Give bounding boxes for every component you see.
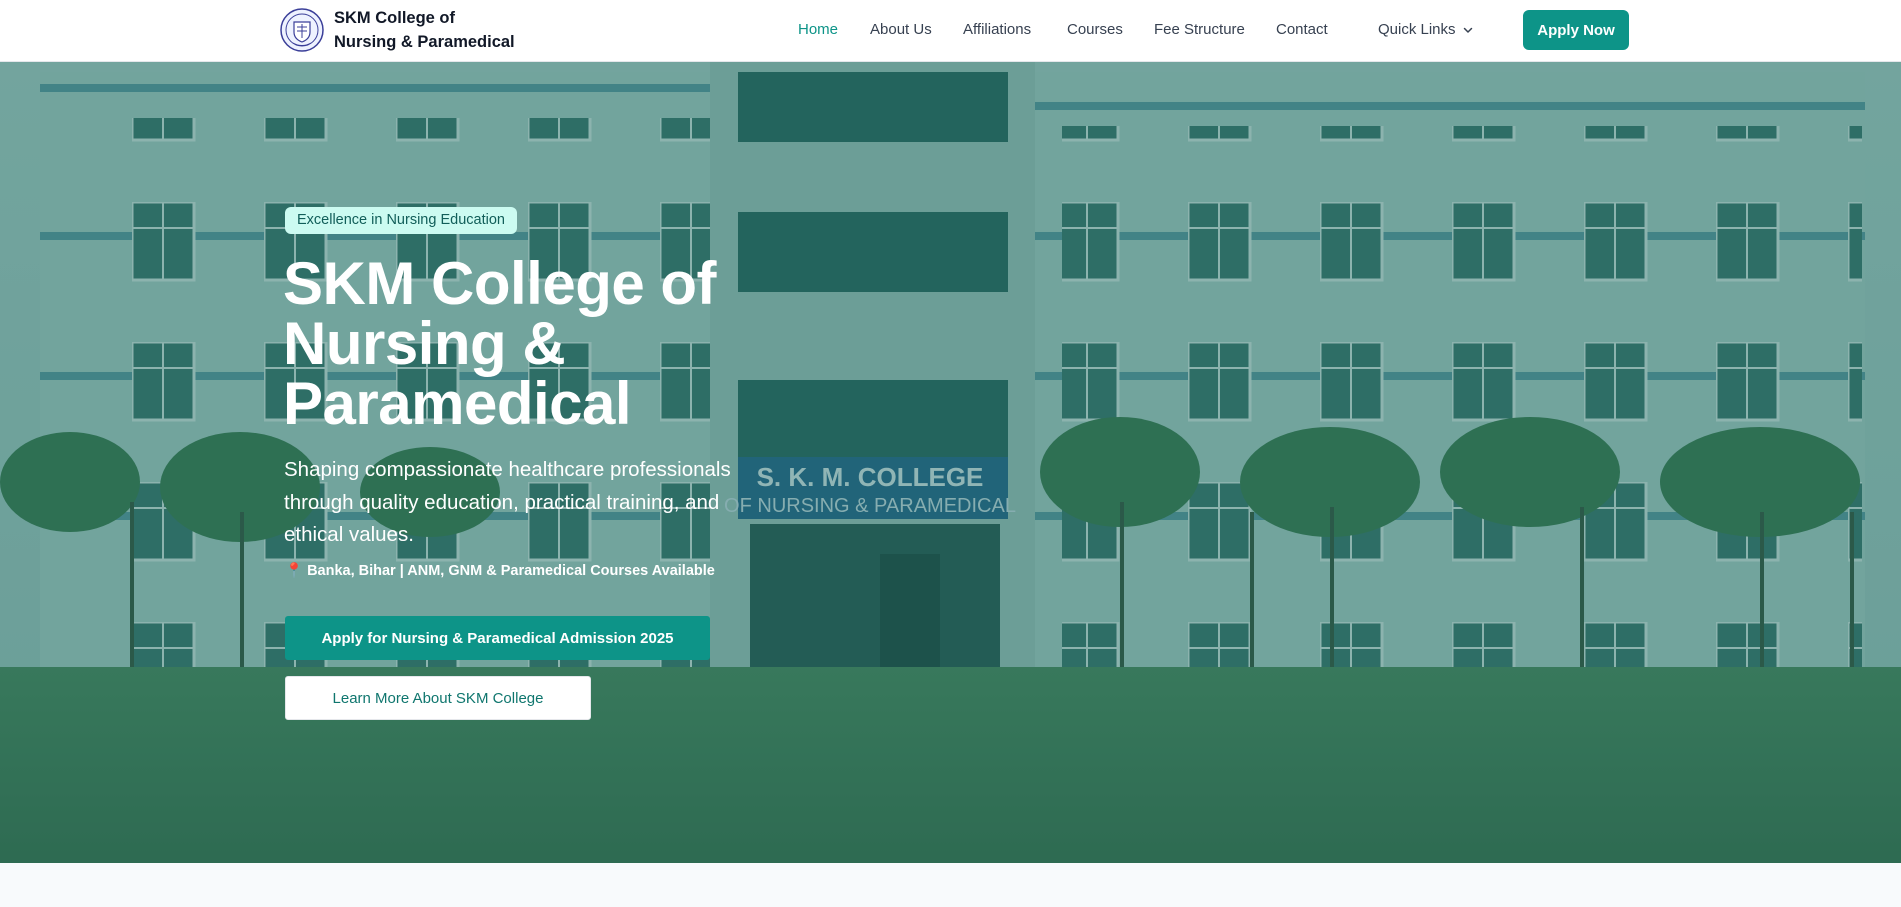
hero-location: 📍 Banka, Bihar | ANM, GNM & Paramedical C… [285, 561, 715, 581]
nav-contact[interactable]: Contact [1276, 20, 1328, 40]
hero-badge: Excellence in Nursing Education [285, 207, 517, 234]
hero-subtitle: Shaping compassionate healthcare profess… [284, 458, 731, 546]
nav-about-us[interactable]: About Us [870, 20, 932, 40]
hero-title: SKM College of Nursing & Paramedical [283, 250, 717, 437]
hero-location-text: Banka, Bihar | ANM, GNM & Paramedical Co… [307, 563, 715, 579]
nav-home[interactable]: Home [798, 20, 838, 40]
quick-links-label: Quick Links [1378, 21, 1456, 38]
chevron-down-icon [1463, 27, 1472, 33]
apply-admission-button[interactable]: Apply for Nursing & Paramedical Admissio… [285, 616, 710, 660]
nav-courses[interactable]: Courses [1067, 20, 1123, 40]
nav-quick-links-dropdown[interactable]: Quick Links [1378, 20, 1474, 40]
nav-fee-structure[interactable]: Fee Structure [1154, 20, 1245, 40]
map-pin-icon: 📍 [285, 563, 304, 579]
site-header: SKM College of Nursing & Paramedical Hom… [0, 0, 1901, 62]
learn-more-button[interactable]: Learn More About SKM College [285, 676, 591, 720]
hero-section: S. K. M. COLLEGE OF NURSING & PARAMEDICA… [0, 62, 1901, 863]
apply-now-button[interactable]: Apply Now [1523, 10, 1629, 50]
next-section [0, 863, 1901, 907]
nav-affiliations[interactable]: Affiliations [963, 20, 1031, 40]
